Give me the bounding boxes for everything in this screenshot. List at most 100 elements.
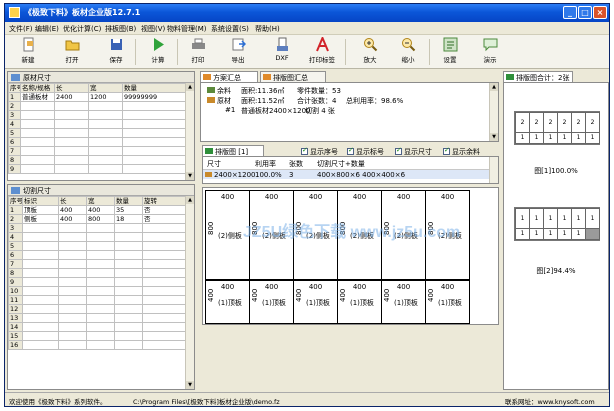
- table-cell[interactable]: [86, 241, 115, 251]
- table-cell[interactable]: [114, 286, 143, 296]
- table-row[interactable]: 5: [8, 241, 187, 251]
- calculate-button[interactable]: 计算: [143, 37, 173, 67]
- zoom-out-button[interactable]: 缩小: [393, 37, 423, 67]
- column-header[interactable]: 旋转: [142, 196, 187, 206]
- table-cell[interactable]: [142, 277, 187, 287]
- table-cell[interactable]: [86, 232, 115, 242]
- layout-piece[interactable]: 400 800 (2)侧板: [425, 190, 470, 280]
- table-cell[interactable]: [88, 146, 123, 156]
- column-header[interactable]: 序号: [8, 196, 23, 206]
- table-cell[interactable]: [114, 313, 143, 323]
- table-cell[interactable]: [22, 241, 59, 251]
- scroll-down-arrow[interactable]: ▼: [186, 381, 194, 389]
- table-cell[interactable]: [142, 313, 187, 323]
- table-cell[interactable]: [54, 137, 89, 147]
- table-cell[interactable]: [58, 241, 87, 251]
- table-cell[interactable]: [58, 232, 87, 242]
- layout-piece[interactable]: 400 400 (1)顶板: [425, 280, 470, 324]
- raw-table-scrollbar[interactable]: ▲ ▼: [185, 83, 194, 180]
- menu-settings[interactable]: 系统设置(S): [211, 24, 249, 34]
- layout-piece[interactable]: 400 800 (2)侧板: [293, 190, 338, 280]
- table-cell[interactable]: [122, 128, 187, 138]
- table-cell[interactable]: [86, 223, 115, 233]
- scroll-down-arrow[interactable]: ▼: [490, 133, 498, 141]
- table-cell[interactable]: 2400: [54, 92, 89, 102]
- layout-piece[interactable]: 400 800 (2)侧板: [337, 190, 382, 280]
- cut-size-table[interactable]: 序号 标识长宽数量 旋转 1 顶板 400 400 35 否 2 侧板 400 800 18 否 3 4 5 6 7…: [8, 196, 187, 350]
- table-cell[interactable]: [142, 286, 187, 296]
- layout-piece[interactable]: 400 400 (1)顶板: [293, 280, 338, 324]
- layout-piece[interactable]: 400 400 (1)顶板: [249, 280, 294, 324]
- table-row[interactable]: 6: [8, 250, 187, 260]
- table-row[interactable]: 1 顶板 400 400 35 否: [8, 205, 187, 215]
- tab-layout-summary[interactable]: 排版图汇总: [260, 71, 326, 82]
- raw-material-table[interactable]: 序号名称/规格长宽数量 1普通板材24001200999999992345678…: [8, 83, 187, 174]
- table-row[interactable]: 16: [8, 340, 187, 350]
- table-cell[interactable]: [22, 223, 59, 233]
- table-cell[interactable]: [20, 146, 55, 156]
- table-cell[interactable]: [114, 223, 143, 233]
- table-cell[interactable]: [20, 128, 55, 138]
- table-row[interactable]: 9: [8, 164, 187, 174]
- table-cell[interactable]: [86, 331, 115, 341]
- export-button[interactable]: 导出: [223, 37, 253, 67]
- table-cell[interactable]: [22, 313, 59, 323]
- table-cell[interactable]: 400: [58, 214, 87, 224]
- dxf-button[interactable]: DXF: [267, 37, 297, 67]
- table-cell[interactable]: [88, 164, 123, 174]
- table-row[interactable]: 10: [8, 286, 187, 296]
- menu-layout[interactable]: 排板图(B): [105, 24, 136, 34]
- table-cell[interactable]: [54, 155, 89, 165]
- table-row[interactable]: 4: [8, 119, 187, 129]
- table-cell[interactable]: [88, 155, 123, 165]
- table-cell[interactable]: [122, 155, 187, 165]
- column-header[interactable]: 宽: [88, 83, 123, 93]
- minimize-button[interactable]: _: [563, 6, 577, 19]
- table-cell[interactable]: 1200: [88, 92, 123, 102]
- plan-scrollbar[interactable]: ▲ ▼: [489, 83, 498, 141]
- table-cell[interactable]: [142, 340, 187, 350]
- table-cell[interactable]: [142, 331, 187, 341]
- table-cell[interactable]: [142, 259, 187, 269]
- table-cell[interactable]: 400: [58, 205, 87, 215]
- table-cell[interactable]: [114, 277, 143, 287]
- table-row[interactable]: 3: [8, 110, 187, 120]
- thumbnail-2[interactable]: 11111111111: [514, 207, 600, 241]
- layout-info-row[interactable]: 2400×1200 100.0% 3 400×800×6 400×400×6: [203, 169, 489, 179]
- table-cell[interactable]: [58, 295, 87, 305]
- table-row[interactable]: 15: [8, 331, 187, 341]
- layout-piece[interactable]: 400 400 (1)顶板: [205, 280, 250, 324]
- table-row[interactable]: 9: [8, 277, 187, 287]
- table-cell[interactable]: [20, 119, 55, 129]
- table-cell[interactable]: [22, 250, 59, 260]
- table-cell[interactable]: [114, 268, 143, 278]
- table-cell[interactable]: [54, 101, 89, 111]
- table-row[interactable]: 7: [8, 146, 187, 156]
- table-cell[interactable]: [58, 250, 87, 260]
- table-cell[interactable]: [22, 304, 59, 314]
- table-cell[interactable]: [86, 313, 115, 323]
- tab-layout-count[interactable]: 排版图合计：2张: [503, 71, 573, 82]
- layout-info-scrollbar[interactable]: [489, 157, 498, 183]
- close-button[interactable]: ×: [593, 6, 607, 19]
- table-cell[interactable]: [142, 268, 187, 278]
- layout-piece[interactable]: 400 800 (2)侧板: [381, 190, 426, 280]
- table-row[interactable]: 13: [8, 313, 187, 323]
- table-cell[interactable]: [58, 304, 87, 314]
- tab-plan-summary[interactable]: 方案汇总: [200, 71, 258, 82]
- table-cell[interactable]: 35: [114, 205, 143, 215]
- column-header[interactable]: 名称/规格: [20, 83, 55, 93]
- scroll-down-arrow[interactable]: ▼: [186, 172, 194, 180]
- layout-piece[interactable]: 400 400 (1)顶板: [337, 280, 382, 324]
- table-cell[interactable]: [86, 277, 115, 287]
- table-row[interactable]: 14: [8, 322, 187, 332]
- new-button[interactable]: 新建: [13, 37, 43, 67]
- menu-material[interactable]: 物料管理(M): [167, 24, 207, 34]
- column-header[interactable]: 序号: [8, 83, 21, 93]
- table-cell[interactable]: [122, 137, 187, 147]
- table-cell[interactable]: [114, 331, 143, 341]
- table-cell[interactable]: [58, 286, 87, 296]
- table-cell[interactable]: [86, 286, 115, 296]
- table-cell[interactable]: [114, 250, 143, 260]
- table-cell[interactable]: [20, 101, 55, 111]
